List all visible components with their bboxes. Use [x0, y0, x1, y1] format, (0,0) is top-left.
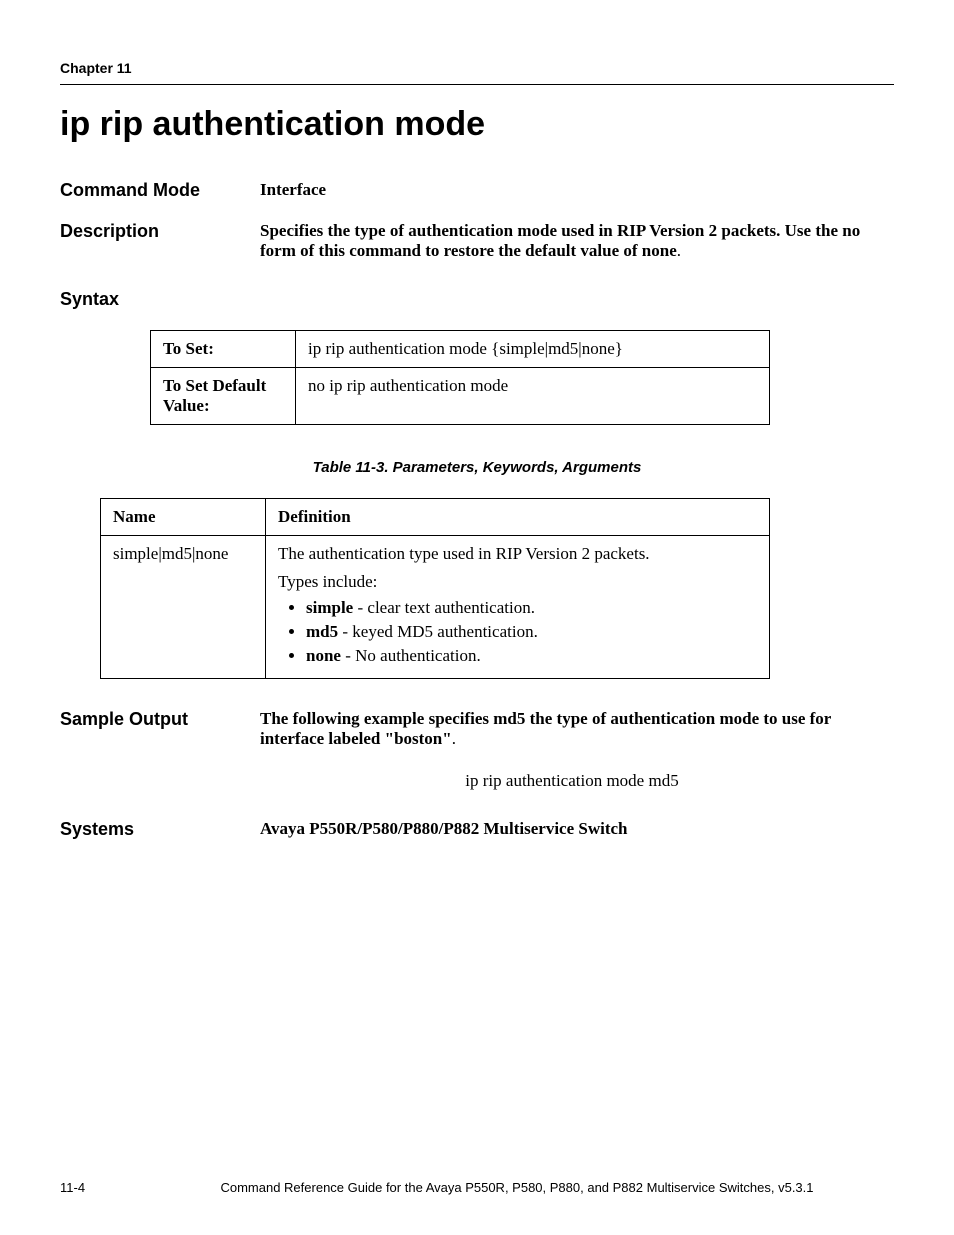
- syntax-table: To Set: ip rip authentication mode {simp…: [150, 330, 770, 425]
- syntax-key: To Set:: [151, 331, 296, 368]
- sample-output-text-tail: .: [452, 729, 456, 748]
- syntax-key: To Set Default Value:: [151, 368, 296, 425]
- list-item: none - No authentication.: [306, 646, 757, 666]
- description-row: Description Specifies the type of authen…: [60, 221, 894, 261]
- param-type-list: simple - clear text authentication. md5 …: [278, 598, 757, 666]
- param-table-caption: Table 11-3. Parameters, Keywords, Argume…: [60, 459, 894, 476]
- param-header-name: Name: [101, 499, 266, 536]
- param-term: md5: [306, 622, 338, 641]
- syntax-value: ip rip authentication mode {simple|md5|n…: [296, 331, 770, 368]
- description-value: Specifies the type of authentication mod…: [260, 221, 894, 261]
- table-row: simple|md5|none The authentication type …: [101, 536, 770, 679]
- param-term: none: [306, 646, 341, 665]
- param-name-cell: simple|md5|none: [101, 536, 266, 679]
- param-header-definition: Definition: [266, 499, 770, 536]
- systems-value: Avaya P550R/P580/P880/P882 Multiservice …: [260, 819, 894, 839]
- description-label: Description: [60, 221, 260, 242]
- footer-page-number: 11-4: [60, 1180, 140, 1195]
- param-term: simple: [306, 598, 353, 617]
- sample-output-text-bold: The following example specifies md5 the …: [260, 709, 831, 748]
- syntax-heading: Syntax: [60, 289, 894, 310]
- table-row: To Set: ip rip authentication mode {simp…: [151, 331, 770, 368]
- list-item: simple - clear text authentication.: [306, 598, 757, 618]
- syntax-value: no ip rip authentication mode: [296, 368, 770, 425]
- command-mode-label: Command Mode: [60, 180, 260, 201]
- param-rest: - clear text authentication.: [353, 598, 535, 617]
- footer-text: Command Reference Guide for the Avaya P5…: [140, 1180, 894, 1195]
- param-def-line2: Types include:: [278, 572, 757, 592]
- sample-output-row: Sample Output The following example spec…: [60, 709, 894, 749]
- sample-output-label: Sample Output: [60, 709, 260, 730]
- description-text-bold: Specifies the type of authentication mod…: [260, 221, 860, 260]
- param-table: Name Definition simple|md5|none The auth…: [100, 498, 770, 679]
- header-rule: [60, 84, 894, 85]
- systems-row: Systems Avaya P550R/P580/P880/P882 Multi…: [60, 819, 894, 840]
- table-header-row: Name Definition: [101, 499, 770, 536]
- command-mode-value: Interface: [260, 180, 894, 200]
- table-row: To Set Default Value: no ip rip authenti…: [151, 368, 770, 425]
- command-mode-row: Command Mode Interface: [60, 180, 894, 201]
- chapter-header: Chapter 11: [60, 60, 894, 76]
- param-rest: - No authentication.: [341, 646, 481, 665]
- sample-output-value: The following example specifies md5 the …: [260, 709, 894, 749]
- page-footer: 11-4 Command Reference Guide for the Ava…: [60, 1180, 894, 1195]
- systems-label: Systems: [60, 819, 260, 840]
- param-def-line1: The authentication type used in RIP Vers…: [278, 544, 757, 564]
- sample-output-code: ip rip authentication mode md5: [250, 771, 894, 791]
- param-rest: - keyed MD5 authentication.: [338, 622, 538, 641]
- description-text-tail: .: [677, 241, 681, 260]
- list-item: md5 - keyed MD5 authentication.: [306, 622, 757, 642]
- param-definition-cell: The authentication type used in RIP Vers…: [266, 536, 770, 679]
- page-title: ip rip authentication mode: [60, 105, 894, 144]
